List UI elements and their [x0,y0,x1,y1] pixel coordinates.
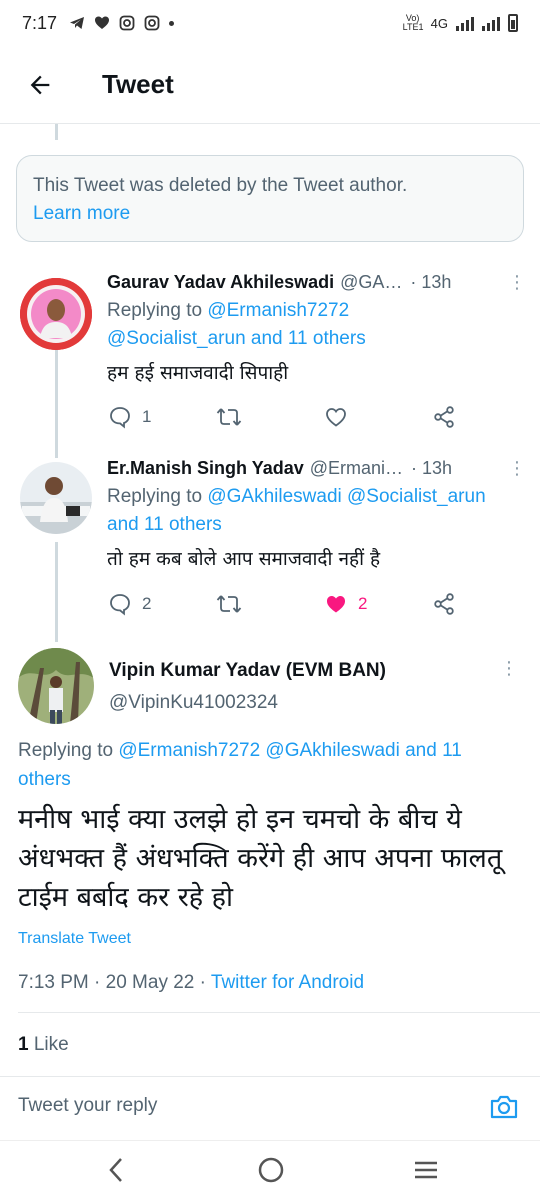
mention-link[interactable]: and 11 others [107,514,222,535]
source-link[interactable]: Twitter for Android [211,972,364,993]
timestamp-text: 7:13 PM · 20 May 22 · [18,972,206,993]
replying-to: Replying to @Ermanish7272 @Socialist_aru… [107,297,526,353]
retweet-button[interactable] [216,405,242,429]
network-type: 4G [430,15,448,31]
avatar-image [20,462,92,534]
divider [18,1012,540,1013]
author-name[interactable]: Gaurav Yadav Akhileswadi [107,272,334,293]
reply-tweet[interactable]: Gaurav Yadav Akhileswadi @GA… · 13h ⋮ Re… [0,262,540,452]
avatar-image [18,648,94,724]
like-count: 1 [18,1034,29,1055]
likes-count[interactable]: 1 Like [18,1034,69,1056]
nav-recents-button[interactable] [412,1155,440,1190]
recents-icon [415,1161,437,1179]
tweet-text: तो हम कब बोले आप समाजवादी नहीं है [107,548,381,570]
retweet-button[interactable] [216,592,242,616]
heart-notification-icon [95,16,110,29]
top-app-bar: Tweet [0,46,540,124]
share-icon [434,593,454,615]
status-bar: 7:17 Vo) LTE1 4G [0,0,540,46]
mention-link[interactable]: @Ermanish7272 [207,300,349,321]
like-count: 2 [358,594,368,613]
share-button[interactable] [432,405,456,429]
replying-to: Replying to @Ermanish7272 @GAkhileswadi … [18,736,518,794]
retweet-icon [216,408,242,426]
tweet-text: हम हई समाजवादी सिपाही [107,362,289,384]
arrow-left-icon [30,75,50,94]
reply-button[interactable]: 1 [108,405,151,429]
like-label: Like [33,1034,69,1055]
mention-link[interactable]: @GAkhileswadi @Socialist_arun [207,486,485,507]
system-nav-bar [0,1140,540,1200]
comment-icon [110,594,130,616]
reply-button[interactable]: 2 [108,592,151,616]
more-options-icon[interactable]: ⋮ [500,658,518,679]
replying-to-prefix: Replying to [107,300,203,321]
more-notifications-dot [169,20,175,26]
instagram-icon [119,15,135,31]
tweet-time: · 13h [411,458,453,478]
avatar[interactable] [20,278,92,350]
mention-link[interactable]: @Socialist_arun and 11 others [107,328,366,349]
author-handle[interactable]: @VipinKu41002324 [109,692,278,714]
signal-icon [456,15,474,31]
avatar[interactable] [18,648,94,724]
battery-icon [508,14,518,32]
tweet-text: मनीष भाई क्या उलझे हो इन चमचो के बीच ये … [18,804,503,913]
instagram-icon-2 [144,15,160,31]
back-button[interactable] [0,71,80,99]
author-name[interactable]: Er.Manish Singh Yadav [107,458,304,479]
like-button[interactable] [324,405,348,429]
camera-icon [490,1095,518,1119]
chevron-left-icon [109,1158,122,1182]
like-button[interactable]: 2 [324,592,367,616]
tweet-timestamp: 7:13 PM · 20 May 22 · Twitter for Androi… [18,972,364,994]
deleted-notice-text: This Tweet was deleted by the Tweet auth… [33,175,408,196]
volte-indicator: Vo) LTE1 [402,13,424,32]
reply-count: 1 [142,407,152,426]
avatar[interactable] [20,462,92,534]
replying-to-prefix: Replying to [107,486,203,507]
deleted-tweet-notice: This Tweet was deleted by the Tweet auth… [16,155,524,242]
heart-filled-icon [327,596,345,613]
learn-more-link[interactable]: Learn more [33,200,507,228]
heart-icon [326,408,346,427]
replying-to-prefix: Replying to [18,740,114,761]
author-handle[interactable]: @Ermani… [310,458,403,479]
status-time: 7:17 [22,12,58,33]
camera-button[interactable] [488,1091,520,1128]
reply-tweet[interactable]: Er.Manish Singh Yadav @Ermani… · 13h ⋮ R… [0,452,540,638]
reply-count: 2 [142,594,152,613]
more-options-icon[interactable]: ⋮ [508,458,526,479]
signal-icon-2 [482,15,500,31]
reply-composer[interactable]: Tweet your reply [0,1076,540,1138]
avatar-image [20,278,92,350]
reply-input[interactable]: Tweet your reply [18,1095,157,1117]
thread-line [55,124,58,140]
retweet-icon [216,595,242,613]
replying-to: Replying to @GAkhileswadi @Socialist_aru… [107,483,526,539]
page-title: Tweet [102,69,174,99]
comment-icon [110,407,130,429]
more-options-icon[interactable]: ⋮ [508,272,526,293]
share-button[interactable] [432,592,456,616]
share-icon [434,406,454,428]
author-handle[interactable]: @GA… [340,272,402,293]
home-circle-icon [258,1157,284,1183]
translate-tweet-link[interactable]: Translate Tweet [18,930,131,948]
nav-back-button[interactable] [104,1155,128,1190]
tweet-time: · 13h [410,272,452,292]
author-name[interactable]: Vipin Kumar Yadav (EVM BAN) [109,660,386,682]
nav-home-button[interactable] [256,1155,286,1190]
telegram-icon [70,17,85,29]
